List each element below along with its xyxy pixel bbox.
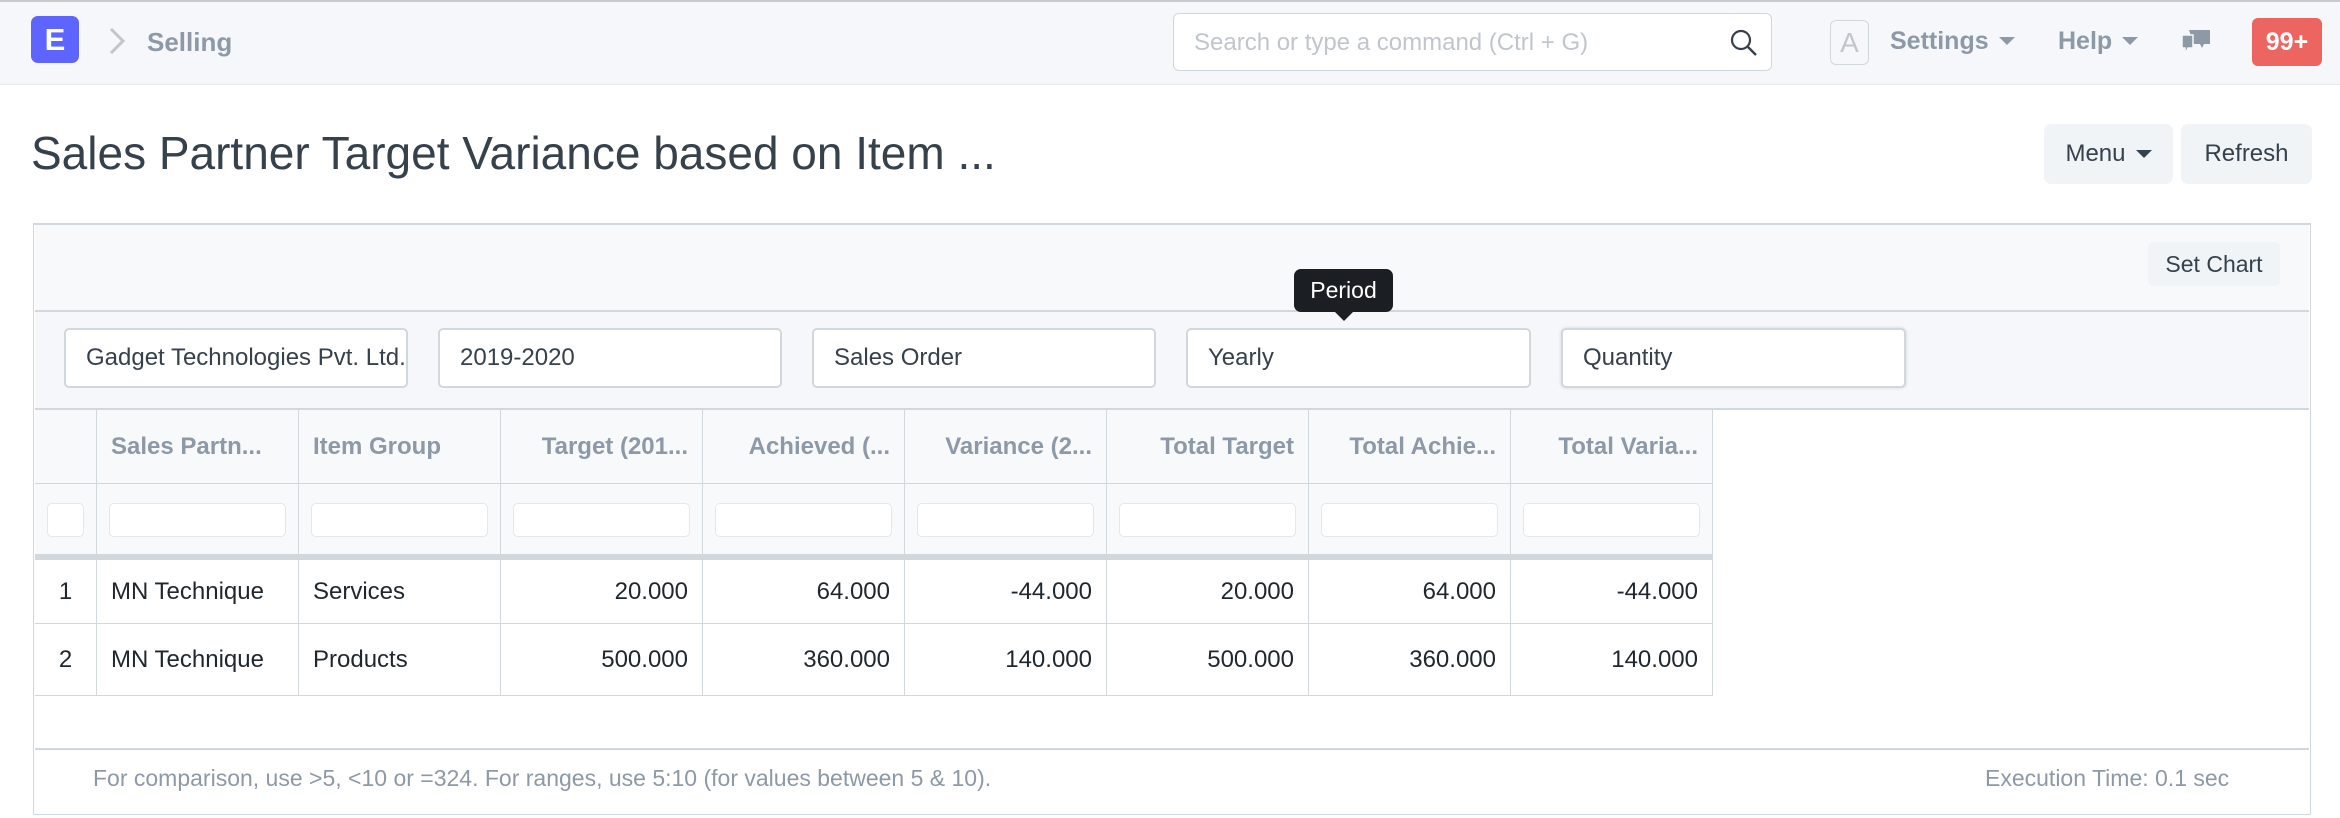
target-on-filter[interactable]: Quantity <box>1561 328 1906 388</box>
notifications-badge[interactable]: 99+ <box>2252 18 2322 66</box>
column-filter-input-achieved[interactable] <box>715 502 892 537</box>
column-header-achieved[interactable]: Achieved (... <box>703 410 905 484</box>
column-filter-input-total-achieved[interactable] <box>1321 502 1498 537</box>
table-cell-row-index[interactable]: 2 <box>35 624 97 696</box>
settings-dropdown[interactable]: Settings <box>1890 24 2015 58</box>
menu-button[interactable]: Menu <box>2044 124 2173 184</box>
table-cell-sales-partner[interactable]: MN Technique <box>97 560 299 624</box>
column-header-target[interactable]: Target (201... <box>501 410 703 484</box>
table-cell-variance[interactable]: -44.000 <box>905 560 1107 624</box>
column-filter-cell <box>703 484 905 556</box>
chevron-right-icon <box>109 27 126 55</box>
column-header-total-target[interactable]: Total Target <box>1107 410 1309 484</box>
table-cell-total-variance[interactable]: -44.000 <box>1511 560 1713 624</box>
execution-time: Execution Time: 0.1 sec <box>1985 765 2230 791</box>
caret-down-icon <box>2135 150 2152 158</box>
caret-down-icon <box>1998 37 2015 45</box>
column-filter-input-sales-partner[interactable] <box>109 502 286 537</box>
column-filter-cell <box>35 484 97 556</box>
table-cell-item-group[interactable]: Products <box>299 624 501 696</box>
table-cell-row-index[interactable]: 1 <box>35 560 97 624</box>
awesomebar-search[interactable] <box>1173 13 1772 71</box>
company-filter[interactable]: Gadget Technologies Pvt. Ltd. <box>64 328 408 388</box>
settings-label: Settings <box>1890 27 1989 55</box>
table-cell-total-achieved[interactable]: 360.000 <box>1309 624 1511 696</box>
table-cell-item-group[interactable]: Services <box>299 560 501 624</box>
column-filter-cell <box>501 484 703 556</box>
caret-down-icon <box>2122 37 2139 45</box>
help-label: Help <box>2058 27 2113 55</box>
table-empty-area <box>35 696 2309 748</box>
table-cell-sales-partner[interactable]: MN Technique <box>97 624 299 696</box>
page-title: Sales Partner Target Variance based on I… <box>31 127 996 179</box>
table-cell-total-target[interactable]: 20.000 <box>1107 560 1309 624</box>
column-filter-cell <box>299 484 501 556</box>
table-cell-achieved[interactable]: 360.000 <box>703 624 905 696</box>
table-cell-variance[interactable]: 140.000 <box>905 624 1107 696</box>
column-filter-cell <box>97 484 299 556</box>
column-filter-input-total-variance[interactable] <box>1523 502 1700 537</box>
search-input[interactable] <box>1192 22 1716 64</box>
chat-icon[interactable] <box>2180 26 2212 58</box>
column-filter-cell <box>1511 484 1713 556</box>
column-header-variance[interactable]: Variance (2... <box>905 410 1107 484</box>
refresh-button[interactable]: Refresh <box>2181 124 2312 184</box>
doctype-filter[interactable]: Sales Order <box>812 328 1156 388</box>
table-cell-total-target[interactable]: 500.000 <box>1107 624 1309 696</box>
column-filter-input-total-target[interactable] <box>1119 502 1296 537</box>
column-filter-input-item-group[interactable] <box>311 502 488 537</box>
column-filter-input-variance[interactable] <box>917 502 1094 537</box>
user-avatar[interactable]: A <box>1830 20 1869 65</box>
select-all-checkbox[interactable] <box>47 502 84 537</box>
column-filter-cell <box>1309 484 1511 556</box>
table-cell-target[interactable]: 20.000 <box>501 560 703 624</box>
set-chart-button[interactable]: Set Chart <box>2148 242 2280 286</box>
column-filter-cell <box>1107 484 1309 556</box>
breadcrumb-selling[interactable]: Selling <box>147 25 232 59</box>
chart-area <box>35 225 2309 311</box>
column-header-item-group[interactable]: Item Group <box>299 410 501 484</box>
period-filter[interactable]: Yearly <box>1186 328 1531 388</box>
filter-hint: For comparison, use >5, <10 or =324. For… <box>93 765 992 791</box>
column-header-total-achieved[interactable]: Total Achie... <box>1309 410 1511 484</box>
column-filter-cell <box>905 484 1107 556</box>
column-header-sales-partner[interactable]: Sales Partn... <box>97 410 299 484</box>
period-tooltip: Period <box>1294 269 1393 312</box>
column-header-total-variance[interactable]: Total Varia... <box>1511 410 1713 484</box>
menu-label: Menu <box>2065 140 2126 167</box>
footer-divider <box>35 748 2309 750</box>
tooltip-arrow <box>1334 311 1354 321</box>
table-cell-total-variance[interactable]: 140.000 <box>1511 624 1713 696</box>
fiscal-year-filter[interactable]: 2019-2020 <box>438 328 782 388</box>
column-filter-input-target[interactable] <box>513 502 690 537</box>
search-icon[interactable] <box>1729 28 1759 58</box>
table-cell-total-achieved[interactable]: 64.000 <box>1309 560 1511 624</box>
app-logo[interactable]: E <box>31 16 79 63</box>
refresh-label: Refresh <box>2204 140 2289 167</box>
column-header-row-index[interactable] <box>35 410 97 484</box>
table-cell-achieved[interactable]: 64.000 <box>703 560 905 624</box>
help-dropdown[interactable]: Help <box>2058 24 2139 58</box>
table-cell-target[interactable]: 500.000 <box>501 624 703 696</box>
